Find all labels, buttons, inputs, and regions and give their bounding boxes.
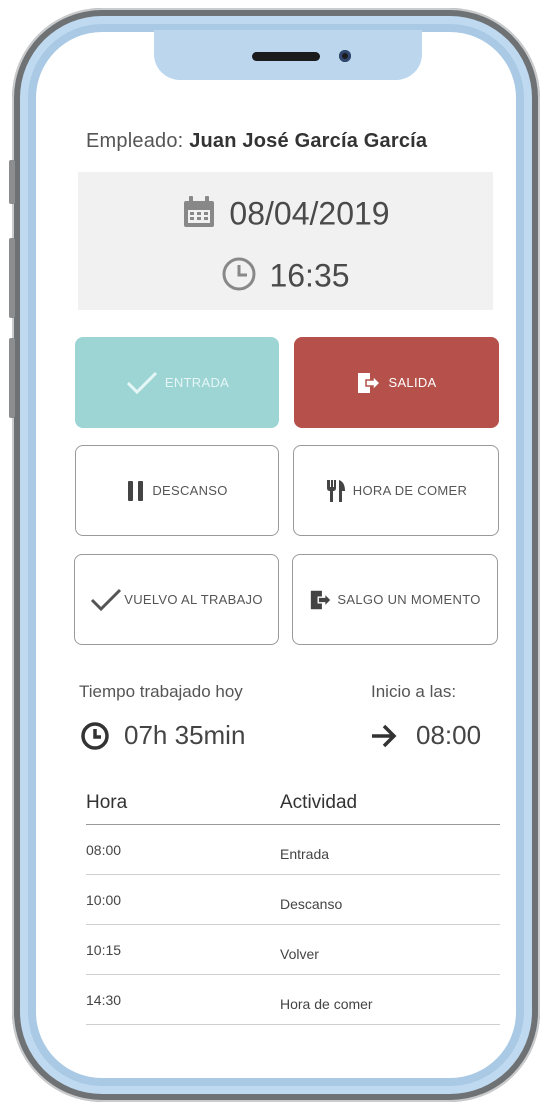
check-icon	[90, 588, 122, 612]
table-row: 10:00 Descanso	[86, 875, 500, 925]
row-actividad: Volver	[280, 946, 319, 962]
pause-icon	[126, 480, 146, 502]
row-hora: 08:00	[86, 842, 122, 858]
activity-table: Hora Actividad 08:00 Entrada 10:00 Desca…	[86, 790, 500, 1025]
descanso-label: DESCANSO	[152, 483, 228, 498]
row-hora: 14:30	[86, 992, 122, 1008]
entrada-button[interactable]: ENTRADA	[75, 337, 279, 428]
vuelvo-al-trabajo-button[interactable]: VUELVO AL TRABAJO	[74, 554, 279, 645]
table-row: 14:30 Hora de comer	[86, 975, 500, 1025]
employee-line: Empleado: Juan José García García	[86, 130, 427, 153]
table-row: 10:15 Volver	[86, 925, 500, 975]
descanso-button[interactable]: DESCANSO	[75, 445, 279, 536]
start-time-value: 08:00	[416, 720, 482, 750]
volume-up-button	[9, 238, 15, 318]
entrada-label: ENTRADA	[164, 375, 230, 390]
fork-knife-icon	[325, 479, 347, 503]
current-time: 16:35	[269, 257, 350, 294]
table-header: Hora Actividad	[86, 790, 500, 825]
worked-time-value: 07h 35min	[124, 720, 246, 750]
start-time: 08:00	[370, 720, 481, 751]
clock-icon	[221, 256, 257, 300]
datetime-panel: 08/04/2019 16:35	[78, 172, 493, 310]
current-date: 08/04/2019	[229, 195, 390, 232]
vuelvo-al-trabajo-label: VUELVO AL TRABAJO	[124, 592, 263, 607]
column-header-hora: Hora	[86, 792, 128, 813]
start-time-label: Inicio a las:	[371, 682, 457, 701]
table-row: 08:00 Entrada	[86, 825, 500, 875]
salida-button[interactable]: SALIDA	[294, 337, 499, 428]
check-icon	[125, 370, 159, 396]
calendar-icon	[181, 194, 217, 238]
row-actividad: Descanso	[280, 896, 343, 912]
salgo-un-momento-label: SALGO UN MOMENTO	[337, 592, 481, 607]
speaker-grille	[252, 52, 320, 61]
hora-de-comer-button[interactable]: HORA DE COMER	[293, 445, 499, 536]
exit-door-icon	[356, 371, 382, 395]
salida-label: SALIDA	[388, 375, 437, 390]
volume-down-button	[9, 338, 15, 418]
row-actividad: Entrada	[280, 846, 330, 862]
hora-de-comer-label: HORA DE COMER	[352, 483, 468, 498]
mute-switch	[9, 160, 15, 204]
worked-time: 07h 35min	[80, 720, 245, 751]
exit-door-icon	[309, 588, 333, 612]
row-hora: 10:00	[86, 892, 122, 908]
employee-name: Juan José García García	[189, 130, 428, 152]
time-row: 16:35	[78, 256, 493, 300]
clock-icon	[80, 721, 110, 751]
date-row: 08/04/2019	[78, 194, 493, 238]
row-hora: 10:15	[86, 942, 122, 958]
arrow-right-icon	[370, 723, 398, 749]
front-camera	[339, 50, 351, 62]
row-actividad: Hora de comer	[280, 996, 373, 1012]
salgo-un-momento-button[interactable]: SALGO UN MOMENTO	[292, 554, 498, 645]
employee-label: Empleado:	[86, 130, 184, 152]
column-header-actividad: Actividad	[280, 792, 358, 813]
worked-time-label: Tiempo trabajado hoy	[79, 682, 243, 701]
